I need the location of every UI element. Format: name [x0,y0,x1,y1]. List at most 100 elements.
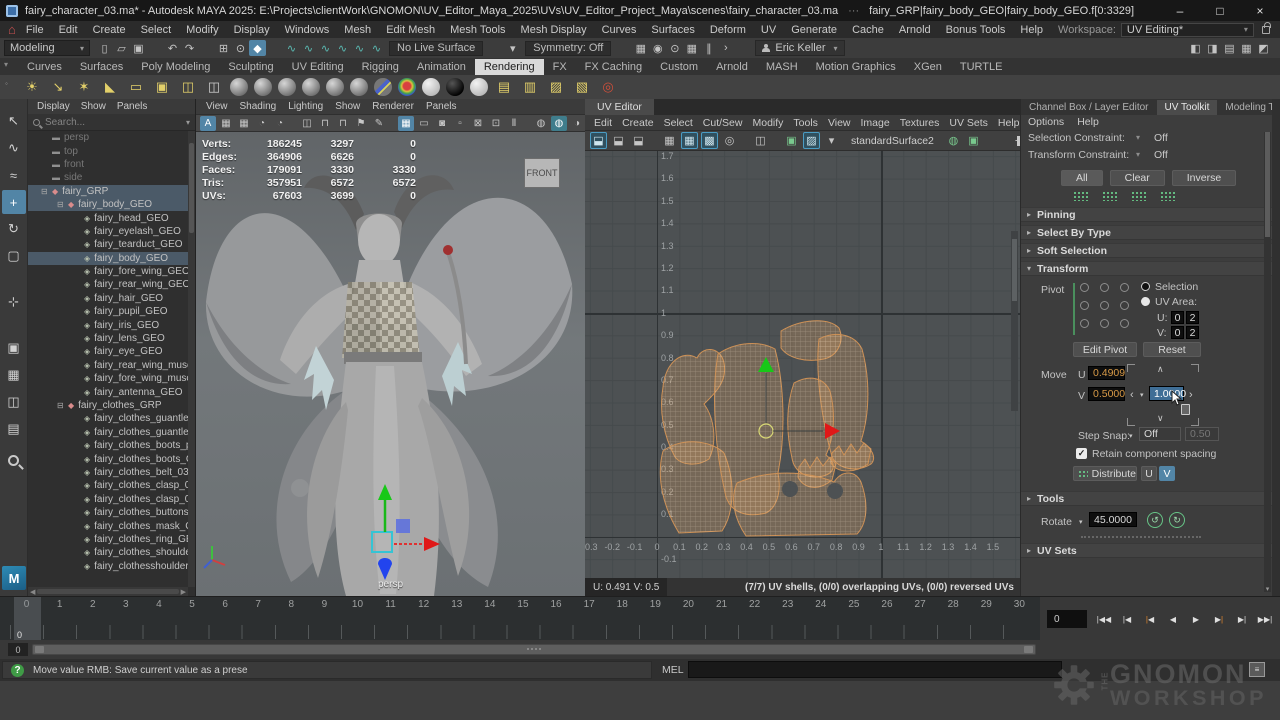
range-handle-left[interactable] [35,646,44,653]
shelf-tab[interactable]: Rigging [353,59,408,75]
shelf-tab[interactable]: Surfaces [71,59,132,75]
select-range-icon[interactable] [1160,191,1175,201]
outliner-item[interactable]: ⊟ ◆ fairy_body_GEO [28,198,188,211]
shelf-item-icon[interactable] [326,78,344,96]
viewport-toolbar-icon[interactable]: ◔ [272,116,288,131]
uv-editor-menu-item[interactable]: Modify [752,117,783,129]
status-icon[interactable]: ↷ [181,40,198,56]
uv-toolbar-icon[interactable]: ▩ [701,132,718,149]
outliner-menu-item[interactable]: Panels [117,101,148,112]
status-icon[interactable]: ∿ [283,40,300,56]
toolkit-scrollbar[interactable]: ▾ [1264,132,1271,592]
outliner-item[interactable]: ◈ fairy_clothes_belt_03_GEO1_1 [28,466,188,479]
tool-icon[interactable]: ◫ [2,390,26,414]
outliner-item[interactable]: ◈ fairy_head_GEO [28,211,188,224]
viewport-canvas[interactable]: Verts: 186245 3297 0 Edges: 364906 6626 … [196,132,585,596]
shelf-tab[interactable]: Rendering [475,59,544,75]
shelf-item-icon[interactable]: ☀ [22,77,42,97]
viewport-toolbar-icon[interactable]: A [200,116,216,131]
shelf-tab[interactable]: Custom [651,59,707,75]
maya-m-badge[interactable]: M [2,566,26,590]
status-icon[interactable]: ▦ [683,40,700,56]
lock-icon[interactable] [1262,26,1270,34]
shelf-item-icon[interactable] [278,78,296,96]
shelf-tab[interactable]: Sculpting [219,59,282,75]
viewport-toolbar-icon[interactable]: ▦ [236,116,252,131]
mel-command-input[interactable] [688,661,1062,678]
ui-toggle-icon[interactable]: ◩ [1255,40,1272,56]
status-icon[interactable]: ▯ [96,40,113,56]
toolkit-menu-item[interactable]: Options [1028,116,1064,128]
toolkit-menu-item[interactable]: Help [1077,116,1099,128]
tool-icon[interactable]: ↖ [2,109,26,133]
shelf-tab[interactable]: XGen [905,59,951,75]
shelf-item-icon[interactable]: ▨ [546,77,566,97]
status-icon[interactable] [266,40,283,56]
uv-editor-menu-item[interactable]: Help [998,117,1020,129]
pivot-v1-field[interactable]: 0 [1171,326,1184,339]
viewport-toolbar-icon[interactable]: ◑ [569,116,585,131]
playback-button[interactable]: |◀ [1140,609,1160,629]
toolkit-tab[interactable]: Modeling Toolkit [1217,100,1280,115]
outliner-item[interactable]: ◈ fairy_body_GEO [28,252,188,265]
clear-selection-button[interactable]: Clear [1110,170,1165,186]
mel-label[interactable]: MEL [662,664,684,676]
status-icon[interactable]: ▱ [113,40,130,56]
range-grip[interactable] [526,647,542,652]
pivot-u1-field[interactable]: 0 [1171,311,1184,324]
shelf-item-icon[interactable] [422,78,440,96]
shelf-item-icon[interactable]: ↘ [48,77,68,97]
status-icon[interactable]: ▣ [130,40,147,56]
shelf-tab[interactable]: Arnold [707,59,757,75]
shelf-tab[interactable]: FX Caching [576,59,651,75]
pivot-radio[interactable] [1080,301,1089,310]
outliner-item[interactable]: ◈ fairy_clothes_shoulder_gaurd_G [28,546,188,559]
outliner-item[interactable]: ◈ fairy_clothes_buttons_GEO [28,506,188,519]
viewport-toolbar-icon[interactable]: ⊠ [470,116,486,131]
pivot-v2-field[interactable]: 2 [1186,326,1199,339]
uv-toolbar-icon[interactable]: ▣ [965,132,982,149]
viewport-toolbar-icon[interactable]: ◔ [254,116,270,131]
shelf-item-icon[interactable]: ✶ [74,77,94,97]
shelf-menu-icon[interactable]: ▾ [4,60,8,69]
viewport-toolbar-icon[interactable]: ⊓ [317,116,333,131]
distribute-v-button[interactable]: V [1159,466,1175,481]
menu-item[interactable]: Generate [791,24,837,36]
status-icon[interactable]: ◉ [649,40,666,56]
shelf-tab[interactable]: Animation [408,59,475,75]
viewport-toolbar-icon[interactable] [524,116,531,131]
menu-item[interactable]: Deform [710,24,746,36]
outliner-search[interactable]: Search... ▾ [28,114,195,131]
ui-toggle-icon[interactable]: ◨ [1204,40,1221,56]
menu-item[interactable]: Edit Mesh [386,24,435,36]
shelf-item-icon[interactable]: ◣ [100,77,120,97]
material-name[interactable]: standardSurface2 [851,135,934,147]
uv-toolbar-icon[interactable]: ◫ [752,132,769,149]
uv-toolbar-icon[interactable]: ⬓ [630,132,647,149]
tool-icon[interactable]: ▤ [2,417,26,441]
uv-editor-menu-item[interactable]: Edit [594,117,612,129]
uv-area-pivot-radio[interactable] [1141,297,1150,306]
zoom-tool-icon[interactable] [2,448,26,472]
pivot-radio[interactable] [1120,319,1129,328]
current-frame-indicator[interactable]: 0 [14,597,41,641]
section-soft-selection[interactable]: ▸Soft Selection [1021,243,1272,258]
selection-pivot-radio[interactable] [1141,282,1150,291]
outliner-vertical-scrollbar[interactable] [188,131,195,587]
move-up-button[interactable]: ∧ [1157,364,1164,375]
outliner-item[interactable]: ▬ persp [28,131,188,144]
playback-button[interactable]: ▶| [1209,609,1229,629]
uv-toolbar-icon[interactable] [1000,132,1008,149]
playback-button[interactable]: ▶▶| [1255,609,1275,629]
uv-editor-menu-item[interactable]: Tools [793,117,818,129]
menu-item[interactable]: Bonus Tools [946,24,1006,36]
shelf-item-icon[interactable]: ▥ [520,77,540,97]
pivot-radio[interactable] [1100,319,1109,328]
move-right-button[interactable]: › [1189,389,1193,401]
tool-icon[interactable]: ∿ [2,136,26,160]
uv-toolbar-icon[interactable]: ▦ [661,132,678,149]
shelf-item-icon[interactable]: ▭ [126,77,146,97]
distribute-u-button[interactable]: U [1141,466,1157,481]
pivot-u2-field[interactable]: 2 [1186,311,1199,324]
menu-item[interactable]: Arnold [899,24,931,36]
